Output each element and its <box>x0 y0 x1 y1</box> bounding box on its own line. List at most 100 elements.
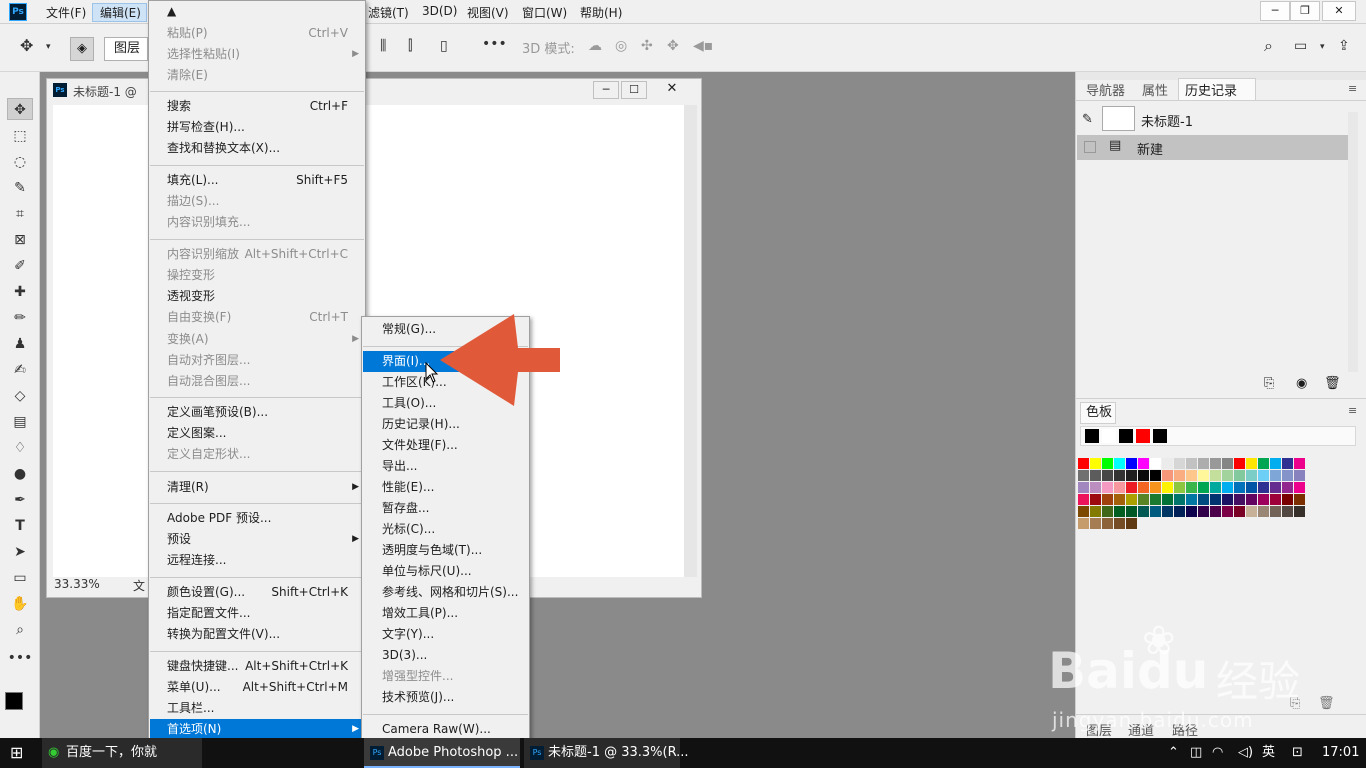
color-swatch[interactable] <box>1102 458 1113 469</box>
color-swatch[interactable] <box>1174 494 1185 505</box>
pref-camera-raw[interactable]: Camera Raw(W)... <box>363 719 528 740</box>
menu-item-remote-connections[interactable]: 远程连接... <box>150 550 364 571</box>
menu-item-find-replace[interactable]: 查找和替换文本(X)... <box>150 138 364 159</box>
menu-item-define-pattern[interactable]: 定义图案... <box>150 423 364 444</box>
history-brush-source-icon[interactable]: ✎ <box>1082 112 1093 127</box>
color-swatch[interactable] <box>1294 506 1305 517</box>
color-swatch[interactable] <box>1162 458 1173 469</box>
lasso-tool-icon[interactable]: ◌ <box>7 151 33 173</box>
pref-transparency-gamut[interactable]: 透明度与色域(T)... <box>363 540 528 561</box>
history-scrollbar[interactable] <box>1348 112 1358 372</box>
color-swatch[interactable] <box>1270 506 1281 517</box>
color-swatch[interactable] <box>1102 518 1113 529</box>
history-brush-tool-icon[interactable]: ✍ <box>7 359 33 381</box>
menu-item-define-brush[interactable]: 定义画笔预设(B)... <box>150 402 364 423</box>
color-swatch[interactable] <box>1078 518 1089 529</box>
move-tool-icon[interactable]: ✥ <box>7 98 33 120</box>
color-swatch[interactable] <box>1258 482 1269 493</box>
path-select-tool-icon[interactable]: ➤ <box>7 541 33 563</box>
color-swatch[interactable] <box>1078 494 1089 505</box>
color-swatch[interactable] <box>1246 458 1257 469</box>
color-swatch[interactable] <box>1114 482 1125 493</box>
color-swatch[interactable] <box>1282 494 1293 505</box>
eyedropper-tool-icon[interactable]: ✐ <box>7 255 33 277</box>
marquee-tool-icon[interactable]: ⬚ <box>7 125 33 147</box>
color-swatch[interactable] <box>1258 458 1269 469</box>
close-button[interactable]: ✕ <box>1322 1 1356 21</box>
taskbar-item-document[interactable]: Ps 未标题-1 @ 33.3%(R... <box>524 738 689 768</box>
search-icon[interactable]: ⌕ <box>1264 36 1273 56</box>
color-swatch[interactable] <box>1258 506 1269 517</box>
share-icon[interactable]: ⇪ <box>1338 38 1350 54</box>
color-swatch[interactable] <box>1090 518 1101 529</box>
menu-edit[interactable]: 编辑(E) <box>100 4 141 21</box>
recent-swatch[interactable] <box>1085 429 1099 443</box>
color-swatch[interactable] <box>1270 470 1281 481</box>
pref-technology-previews[interactable]: 技术预览(J)... <box>363 687 528 708</box>
color-swatch[interactable] <box>1222 482 1233 493</box>
color-swatch[interactable] <box>1282 506 1293 517</box>
3d-scale-icon[interactable]: ◀▪ <box>693 38 713 54</box>
color-swatch[interactable] <box>1078 470 1089 481</box>
vertical-scrollbar[interactable] <box>684 105 697 577</box>
color-swatch[interactable] <box>1294 494 1305 505</box>
color-swatch[interactable] <box>1210 482 1221 493</box>
color-swatch[interactable] <box>1162 506 1173 517</box>
color-swatch[interactable] <box>1114 518 1125 529</box>
color-swatch[interactable] <box>1270 458 1281 469</box>
color-swatch[interactable] <box>1138 470 1149 481</box>
color-swatch[interactable] <box>1222 470 1233 481</box>
color-swatch[interactable] <box>1150 506 1161 517</box>
trash-icon[interactable]: 🗑 <box>1324 376 1341 391</box>
color-swatch[interactable] <box>1174 470 1185 481</box>
foreground-color[interactable] <box>5 692 23 710</box>
crop-tool-icon[interactable]: ⌗ <box>7 203 33 225</box>
history-checkbox[interactable] <box>1084 141 1096 153</box>
rectangle-tool-icon[interactable]: ▭ <box>7 567 33 589</box>
healing-brush-tool-icon[interactable]: ✚ <box>7 281 33 303</box>
blur-tool-icon[interactable]: ♢ <box>7 437 33 459</box>
pref-units-rulers[interactable]: 单位与标尺(U)... <box>363 561 528 582</box>
menu-scroll-up-icon[interactable]: ▲ <box>150 1 364 23</box>
swatches-panel-title[interactable]: 色板 <box>1080 402 1116 424</box>
notification-icon[interactable]: ⊡ <box>1292 738 1303 768</box>
recent-swatch[interactable] <box>1153 429 1167 443</box>
restore-button[interactable]: ❐ <box>1290 1 1320 21</box>
zoom-level[interactable]: 33.33% <box>54 577 100 591</box>
menu-item-presets[interactable]: 预设 ▶ <box>150 529 364 550</box>
menu-file[interactable]: 文件(F) <box>46 4 86 21</box>
history-snapshot-name[interactable]: 未标题-1 <box>1141 111 1193 130</box>
snapshot-camera-icon[interactable]: ◉ <box>1296 376 1307 391</box>
3d-orbit-icon[interactable]: ☁ <box>588 38 602 54</box>
pref-guides-grid-slices[interactable]: 参考线、网格和切片(S)... <box>363 582 528 603</box>
workspace-icon[interactable]: ▭ <box>1294 38 1307 54</box>
color-swatch[interactable] <box>1078 482 1089 493</box>
color-swatch[interactable] <box>1078 506 1089 517</box>
menu-item-clear[interactable]: 清除(E) <box>150 65 364 86</box>
pref-performance[interactable]: 性能(E)... <box>363 477 528 498</box>
menu-view[interactable]: 视图(V) <box>467 4 509 21</box>
color-swatch[interactable] <box>1186 470 1197 481</box>
pref-enhanced-controls[interactable]: 增强型控件... <box>363 666 528 687</box>
pref-cursors[interactable]: 光标(C)... <box>363 519 528 540</box>
color-swatch[interactable] <box>1138 482 1149 493</box>
color-swatch[interactable] <box>1174 506 1185 517</box>
type-tool-icon[interactable]: T <box>7 515 33 537</box>
color-swatch[interactable] <box>1126 518 1137 529</box>
pref-3d[interactable]: 3D(3)... <box>363 645 528 666</box>
menu-item-pdf-presets[interactable]: Adobe PDF 预设... <box>150 508 364 529</box>
recent-swatch[interactable] <box>1102 429 1116 443</box>
menu-item-transform[interactable]: 变换(A) ▶ <box>150 329 364 350</box>
color-swatch[interactable] <box>1246 470 1257 481</box>
color-swatch[interactable] <box>1198 470 1209 481</box>
color-swatch[interactable] <box>1198 506 1209 517</box>
menu-item-paste[interactable]: 粘贴(P) Ctrl+V <box>150 23 364 44</box>
pref-scratch-disks[interactable]: 暂存盘... <box>363 498 528 519</box>
color-swatch[interactable] <box>1126 506 1137 517</box>
menu-item-toolbar[interactable]: 工具栏... <box>150 698 364 719</box>
menu-item-fill[interactable]: 填充(L)... Shift+F5 <box>150 170 364 191</box>
color-swatch[interactable] <box>1210 494 1221 505</box>
color-swatch[interactable] <box>1138 458 1149 469</box>
pen-tool-icon[interactable]: ✒ <box>7 489 33 511</box>
3d-roll-icon[interactable]: ◎ <box>615 38 627 54</box>
